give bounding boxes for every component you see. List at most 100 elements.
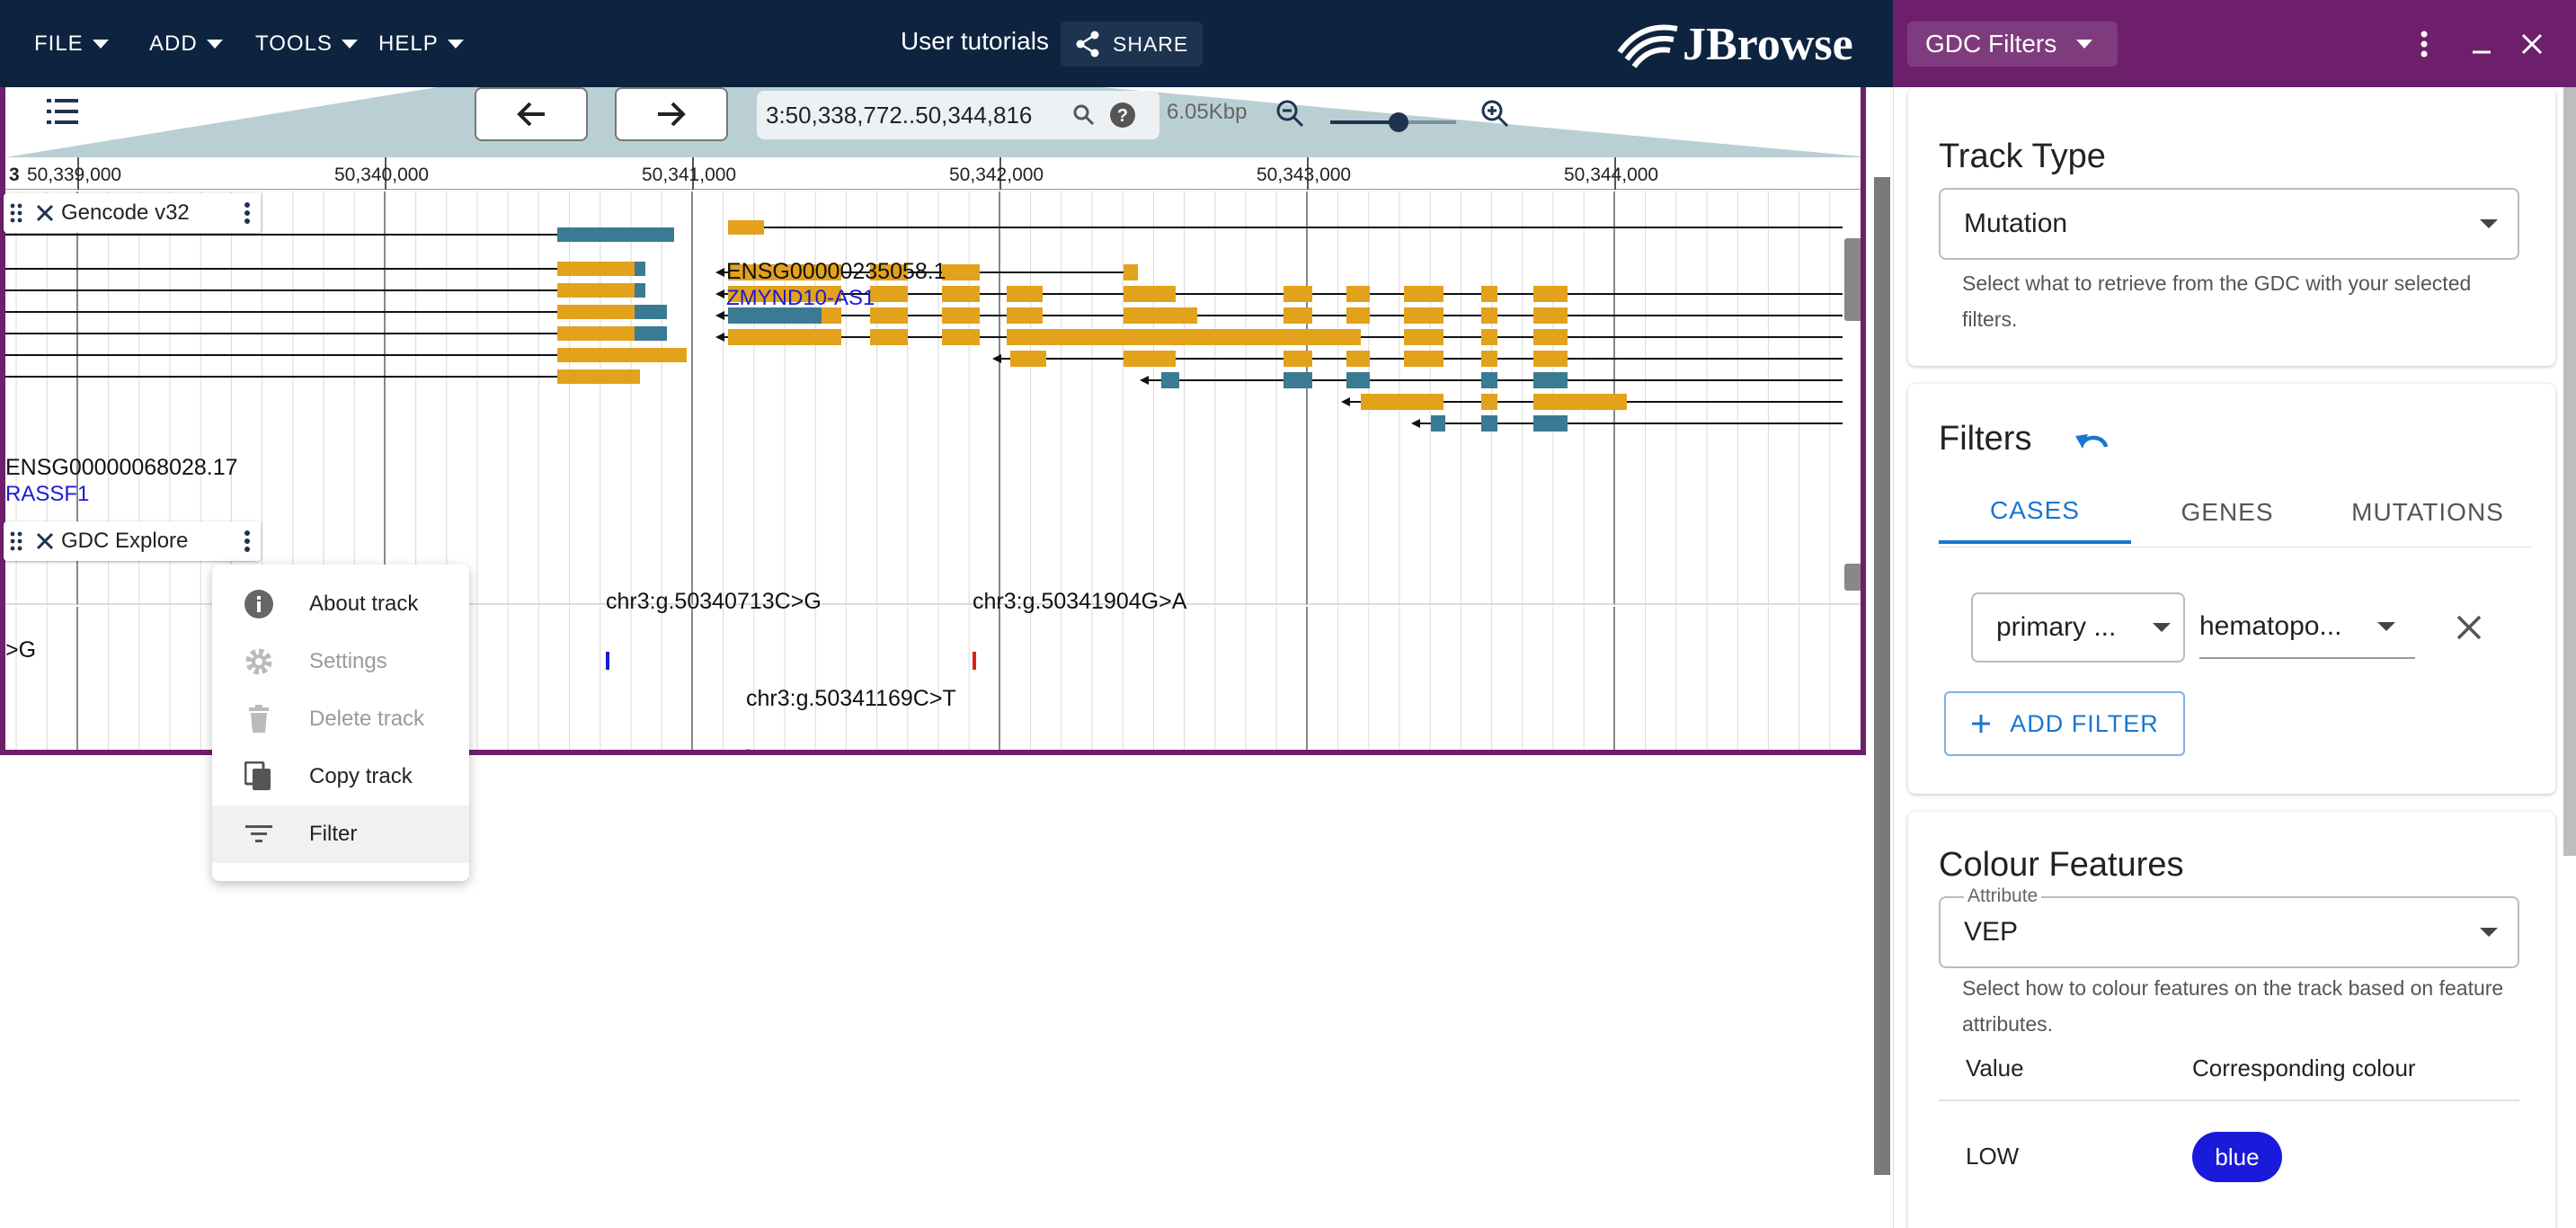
menu-item-about-track[interactable]: About track [212,575,469,633]
column-header-colour: Corresponding colour [2192,1054,2416,1081]
track-scrollbar[interactable] [1844,238,1861,321]
file-menu-button[interactable]: FILE [34,0,109,87]
view-menu-icon[interactable] [45,96,81,131]
exon [1481,351,1497,367]
exon [1284,372,1312,388]
search-icon[interactable] [1071,102,1097,128]
drag-handle-icon[interactable] [4,193,29,233]
undo-icon[interactable] [2074,423,2111,456]
jbrowse-app: FILE ADD TOOLS HELP User tutorials SHARE… [0,0,2576,1228]
strand-arrow [715,311,724,320]
zoom-out-icon[interactable] [1275,98,1305,129]
exon [557,369,640,384]
track-scrollbar[interactable] [1844,564,1861,591]
zoom-slider[interactable] [1330,111,1456,136]
colour-chip[interactable]: blue [2192,1132,2282,1182]
menu-item-label: Delete track [309,707,425,731]
track-name: Gencode v32 [61,200,190,225]
exon [1346,372,1370,388]
tab-mutations[interactable]: MUTATIONS [2323,481,2532,544]
ruler: 3 50,339,000 50,340,000 50,341,000 50,34… [5,157,1861,190]
close-track-icon[interactable] [29,521,61,561]
exon [1361,394,1443,410]
overview-band: 3:50,338,772..50,344,816 ? 6.05Kbp [5,87,1861,157]
pan-left-button[interactable] [475,87,588,141]
copy-icon [243,761,275,793]
exon [635,262,645,276]
jbrowse-logo-icon [1617,24,1678,68]
add-filter-label: ADD FILTER [2010,709,2159,737]
help-icon[interactable]: ? [1109,102,1136,129]
menu-item-label: Filter [309,822,358,846]
drag-handle-icon[interactable] [4,521,29,561]
widget-select[interactable]: GDC Filters [1907,22,2119,67]
tools-menu-button[interactable]: TOOLS [255,0,358,87]
menu-item-copy-track[interactable]: Copy track [212,748,469,805]
filter-value-select[interactable]: hematopo... [2199,596,2415,659]
help-menu-button[interactable]: HELP [378,0,464,87]
colour-features-card: Colour Features Attribute VEP Select how… [1908,812,2555,1228]
widget-name: GDC Filters [1925,30,2057,58]
gencode-track-canvas[interactable] [5,191,1866,605]
trash-icon [243,703,275,735]
chevron-down-icon [2377,622,2395,631]
exon [1404,307,1443,324]
exon [1284,286,1312,302]
strand-arrow [992,354,1001,363]
close-icon[interactable] [2513,25,2551,63]
track-label-gencode: Gencode v32 [4,193,261,233]
exon [1431,415,1445,432]
zoom-slider-thumb[interactable] [1388,112,1408,132]
add-filter-button[interactable]: ADD FILTER [1944,691,2185,756]
add-menu-button[interactable]: ADD [149,0,223,87]
column-header-value: Value [1966,1054,2024,1081]
pan-right-button[interactable] [615,87,728,141]
share-button[interactable]: SHARE [1061,22,1204,67]
exon [635,283,645,298]
tab-cases[interactable]: CASES [1939,481,2131,544]
exon [1346,307,1370,324]
location-search-input[interactable]: 3:50,338,772..50,344,816 ? [757,91,1159,139]
svg-text:?: ? [1117,106,1128,126]
gene-description-label: ZMYND10-AS1 [726,286,875,310]
attribute-select[interactable]: Attribute VEP [1939,885,2519,968]
gencode-track[interactable] [5,191,1866,605]
exon [557,283,635,298]
tab-genes[interactable]: GENES [2131,481,2323,544]
menu-item-label: Copy track [309,764,413,788]
filters-title: Filters [1939,420,2032,458]
share-icon [1076,31,1099,58]
track-menu-icon[interactable] [234,521,261,561]
exon [1124,264,1138,280]
attribute-helper: Select how to colour features on the tra… [1962,976,2504,1036]
chevron-down-icon [2480,219,2498,228]
arrow-right-icon [658,102,686,127]
chevron-down-icon [447,39,464,49]
exon [870,329,908,345]
add-menu-label: ADD [149,31,198,56]
filter-category-select[interactable]: primary ... [1971,592,2185,663]
exon [557,348,687,362]
menu-item-label: Settings [309,649,387,673]
strand-arrow [1140,376,1149,385]
remove-filter-icon[interactable] [2455,613,2483,642]
view-scrollbar[interactable] [1874,177,1890,1175]
exon [1346,286,1370,302]
menu-item-filter[interactable]: Filter [212,805,469,863]
track-type-select[interactable]: Mutation [1939,188,2519,260]
exon [1481,372,1497,388]
more-vert-icon[interactable] [2405,25,2443,63]
drawer-scrollbar[interactable] [2563,87,2576,856]
minimize-icon[interactable] [2463,25,2500,63]
session-title[interactable]: User tutorials [901,27,1049,56]
exon [635,305,667,319]
track-menu-icon[interactable] [234,193,261,233]
zoom-in-icon[interactable] [1479,98,1510,129]
exon [1161,372,1179,388]
drawer-header: GDC Filters [1893,0,2576,87]
share-label: SHARE [1113,31,1189,56]
ruler-chrom-label: 3 [9,165,20,185]
track-type-value: Mutation [1964,209,2068,238]
close-track-icon[interactable] [29,193,61,233]
jbrowse-logo: JBrowse [1614,16,1853,72]
